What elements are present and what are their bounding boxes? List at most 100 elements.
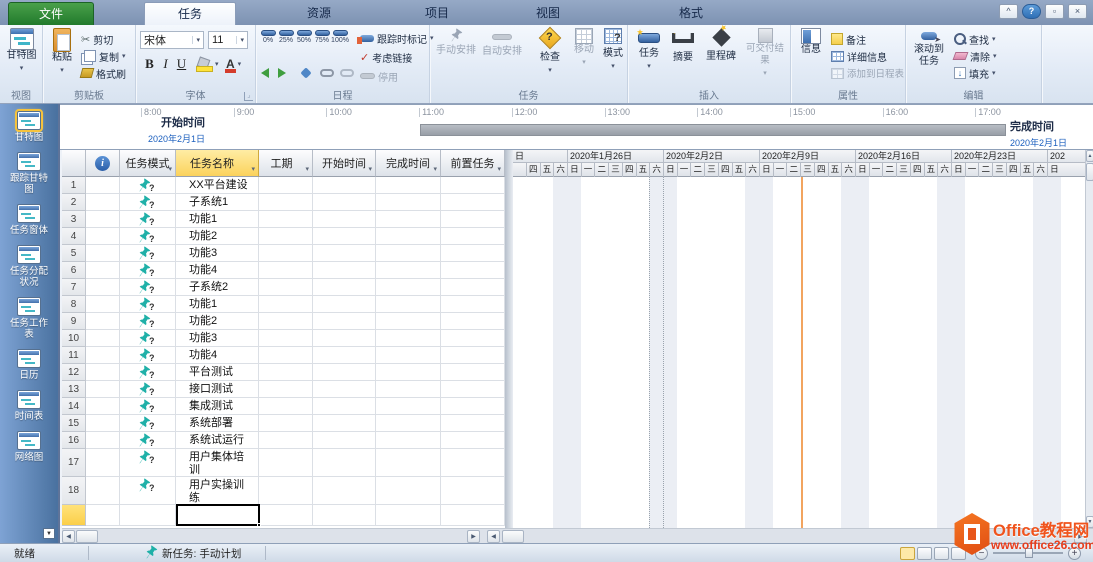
predecessors-cell[interactable]	[441, 477, 505, 505]
finish-cell[interactable]	[376, 477, 441, 505]
tab-task[interactable]: 任务	[144, 2, 236, 25]
task-name-cell[interactable]: 平台测试	[176, 364, 259, 381]
predecessors-cell[interactable]	[441, 398, 505, 415]
task-mode-cell[interactable]: ?	[120, 296, 176, 313]
clear-button[interactable]: 清除 ▾	[954, 48, 997, 64]
vertical-scrollbar[interactable]: ▲ ▼	[1085, 150, 1093, 528]
table-row[interactable]: 2?子系统1	[62, 194, 505, 211]
predecessors-cell[interactable]	[441, 364, 505, 381]
duration-cell[interactable]	[259, 279, 313, 296]
percent-50%-button[interactable]: 50%	[296, 30, 312, 44]
table-row[interactable]: 17?用户集体培训	[62, 449, 505, 477]
row-number-cell[interactable]: 12	[62, 364, 86, 381]
column-header-task-name[interactable]: 任务名称▾	[176, 150, 259, 177]
task-name-cell[interactable]: XX平台建设	[176, 177, 259, 194]
table-row[interactable]: 13?接口测试	[62, 381, 505, 398]
usage-view-shortcut-icon[interactable]	[917, 547, 932, 560]
predecessors-cell[interactable]	[441, 381, 505, 398]
duration-cell[interactable]	[259, 347, 313, 364]
duration-cell[interactable]	[259, 330, 313, 347]
timeline-bar[interactable]	[420, 124, 1006, 136]
task-mode-cell[interactable]: ?	[120, 449, 176, 477]
finish-cell[interactable]	[376, 262, 441, 279]
info-cell[interactable]	[86, 449, 120, 477]
info-cell[interactable]	[86, 313, 120, 330]
fill-handle[interactable]	[257, 523, 261, 527]
finish-cell[interactable]	[376, 245, 441, 262]
move-task-button[interactable]: 移动 ▾	[570, 28, 598, 69]
team-view-shortcut-icon[interactable]	[934, 547, 949, 560]
percent-25%-button[interactable]: 25%	[278, 30, 294, 44]
table-scroll-right-icon[interactable]: ▶	[467, 530, 480, 543]
task-mode-cell[interactable]: ?	[120, 313, 176, 330]
task-name-cell[interactable]: 系统试运行	[176, 432, 259, 449]
table-row[interactable]: 8?功能1	[62, 296, 505, 313]
duration-cell[interactable]	[259, 415, 313, 432]
cut-button[interactable]: ✂ 剪切	[81, 31, 113, 47]
table-scroll-left-icon[interactable]: ◀	[62, 530, 75, 543]
start-cell[interactable]	[313, 432, 376, 449]
row-number-cell[interactable]: 3	[62, 211, 86, 228]
start-cell[interactable]	[313, 313, 376, 330]
empty-cell[interactable]	[313, 505, 376, 526]
row-number-cell[interactable]: 15	[62, 415, 86, 432]
duration-cell[interactable]	[259, 262, 313, 279]
task-mode-button[interactable]: ? 模式 ▾	[600, 28, 626, 73]
collapse-ribbon-icon[interactable]: ^	[999, 4, 1018, 19]
task-mode-cell[interactable]: ?	[120, 228, 176, 245]
finish-cell[interactable]	[376, 449, 441, 477]
empty-cell[interactable]	[376, 505, 441, 526]
insert-summary-button[interactable]: 摘要	[668, 28, 698, 64]
view-item-3[interactable]: 任务窗体	[6, 204, 52, 236]
duration-cell[interactable]	[259, 228, 313, 245]
predecessors-cell[interactable]	[441, 296, 505, 313]
gantt-day-header[interactable]: 四五六日一二三四五六日一二三四五六日一二三四五六日一二三四五六日一二三四五六日	[513, 163, 1085, 177]
duration-cell[interactable]	[259, 177, 313, 194]
info-cell[interactable]	[86, 296, 120, 313]
info-cell[interactable]	[86, 228, 120, 245]
select-all-corner[interactable]	[62, 150, 86, 177]
predecessors-cell[interactable]	[441, 228, 505, 245]
task-name-cell[interactable]: 功能1	[176, 211, 259, 228]
task-name-cell[interactable]: 用户实操训练	[176, 477, 259, 505]
finish-cell[interactable]	[376, 364, 441, 381]
empty-cell[interactable]	[259, 505, 313, 526]
help-icon[interactable]: ?	[1022, 4, 1041, 19]
view-item-2[interactable]: 跟踪甘特图	[6, 152, 52, 195]
predecessors-cell[interactable]	[441, 262, 505, 279]
duration-cell[interactable]	[259, 211, 313, 228]
duration-cell[interactable]	[259, 296, 313, 313]
finish-cell[interactable]	[376, 313, 441, 330]
outdent-task-button[interactable]	[261, 65, 269, 81]
scroll-up-icon[interactable]: ▲	[1086, 150, 1093, 162]
gantt-chart-button[interactable]: 甘特图 ▾	[3, 28, 40, 75]
task-name-cell[interactable]: 子系统2	[176, 279, 259, 296]
start-cell[interactable]	[313, 194, 376, 211]
table-row[interactable]: 12?平台测试	[62, 364, 505, 381]
zoom-slider-thumb[interactable]	[1025, 548, 1033, 558]
percent-75%-button[interactable]: 75%	[314, 30, 330, 44]
info-cell[interactable]	[86, 347, 120, 364]
finish-cell[interactable]	[376, 381, 441, 398]
respect-links-button[interactable]: ✓ 考虑链接	[360, 49, 412, 65]
view-item-4[interactable]: 任务分配状况	[6, 245, 52, 288]
gantt-view-shortcut-icon[interactable]	[900, 547, 915, 560]
task-mode-cell[interactable]: ?	[120, 211, 176, 228]
finish-cell[interactable]	[376, 194, 441, 211]
task-name-cell[interactable]: 子系统1	[176, 194, 259, 211]
selected-row-header[interactable]	[62, 505, 86, 526]
row-number-cell[interactable]: 4	[62, 228, 86, 245]
start-cell[interactable]	[313, 211, 376, 228]
table-scrollbar-thumb[interactable]	[76, 530, 98, 543]
duration-cell[interactable]	[259, 398, 313, 415]
column-header-duration[interactable]: 工期▾	[259, 150, 313, 177]
predecessors-cell[interactable]	[441, 449, 505, 477]
tab-view[interactable]: 视图	[514, 2, 582, 25]
duration-cell[interactable]	[259, 313, 313, 330]
row-number-cell[interactable]: 8	[62, 296, 86, 313]
paste-button[interactable]: 粘贴 ▾	[47, 28, 77, 77]
split-task-button[interactable]	[302, 65, 310, 81]
task-name-cell[interactable]: 功能3	[176, 245, 259, 262]
row-number-cell[interactable]: 10	[62, 330, 86, 347]
task-name-cell[interactable]: 功能1	[176, 296, 259, 313]
